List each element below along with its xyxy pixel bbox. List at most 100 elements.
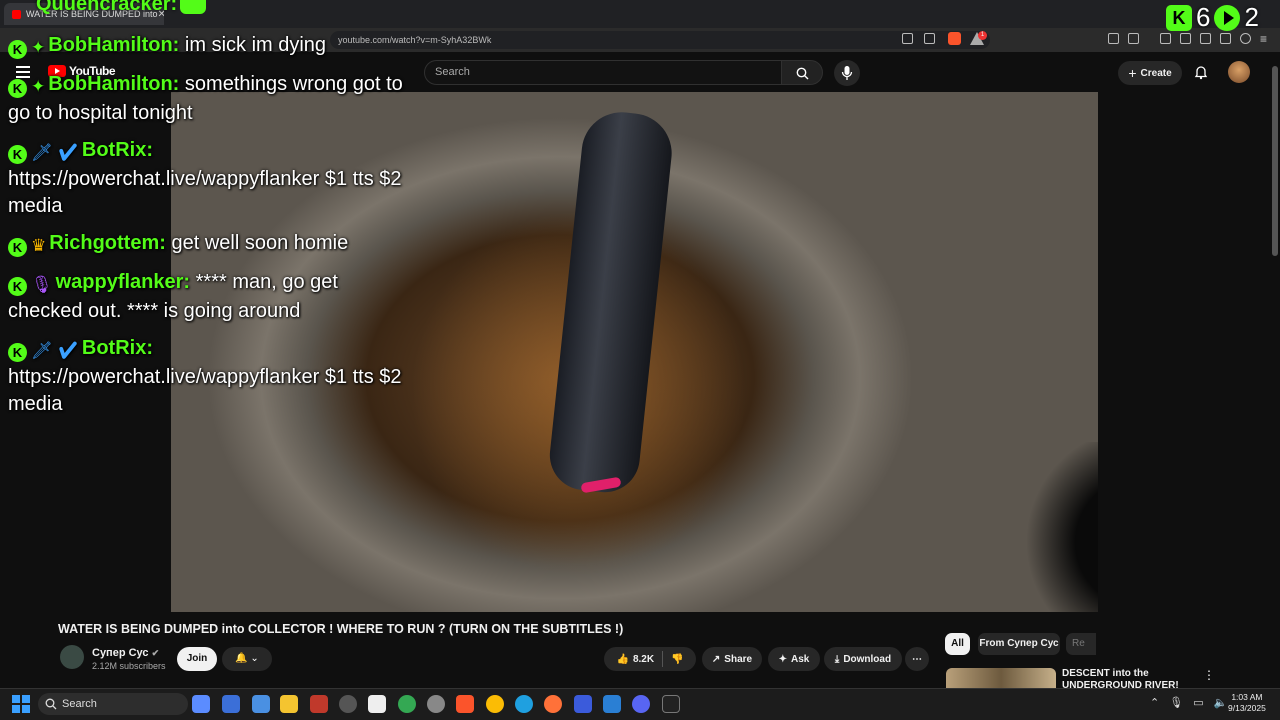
chat-username: BobHamilton: <box>48 73 180 95</box>
taskbar-app-icon[interactable] <box>398 695 416 713</box>
kick-badge-icon: K <box>8 145 27 164</box>
chat-message: K 🗡 ✔ BotRix: https://powerchat.live/wappy… <box>8 137 408 220</box>
subscriber-count: 2.12M subscribers <box>92 661 166 671</box>
chat-badge-icon: 🗡 ✔ <box>31 143 79 162</box>
wallet-icon[interactable] <box>1200 33 1211 44</box>
avatar[interactable] <box>1228 61 1250 83</box>
notifications-button[interactable] <box>1193 64 1209 80</box>
chevron-down-icon: ⌄ <box>250 653 259 664</box>
chat-badge-icon: ♛ <box>31 236 47 255</box>
chat-message: K ✦ BobHamilton: im sick im dying <box>8 32 408 61</box>
share-icon: ↗ <box>711 653 721 665</box>
taskbar-app-icon[interactable] <box>310 695 328 713</box>
play-count: 2 <box>1244 2 1259 32</box>
more-actions-button[interactable]: ⋯ <box>905 647 929 671</box>
network-icon[interactable]: ▭ <box>1193 696 1203 709</box>
clock-date: 9/13/2025 <box>1228 703 1266 713</box>
windows-start-icon[interactable] <box>12 695 30 713</box>
recommended-more-icon[interactable]: ⋮ <box>1203 668 1215 682</box>
chat-text: https://powerchat.live/wappyflanker $1 t… <box>8 366 402 415</box>
tab-search-icon[interactable] <box>1128 33 1139 44</box>
like-dislike-group[interactable]: 👍 8.2K 👎 <box>604 647 696 671</box>
recommended-title[interactable]: DESCENT into the UNDERGROUND RIVER! SURE <box>1062 668 1192 688</box>
edge-icon[interactable] <box>515 695 533 713</box>
taskbar-app-icon[interactable] <box>427 695 445 713</box>
chip-from-channel[interactable]: From Супер Сус <box>978 633 1060 655</box>
vscode-icon[interactable] <box>603 695 621 713</box>
kick-badge-icon: K <box>8 238 27 257</box>
clock-time: 1:03 AM <box>1231 692 1263 702</box>
vpn-icon[interactable] <box>1240 33 1251 44</box>
download-icon: ⤓ <box>834 653 840 665</box>
search-input[interactable]: Search <box>424 60 782 85</box>
create-label: Create <box>1140 67 1172 79</box>
join-button[interactable]: Join <box>177 647 217 671</box>
firefox-icon[interactable] <box>544 695 562 713</box>
chat-overlay: K ✦ BobHamilton: im sick im dying K ✦ BobHami… <box>8 32 408 428</box>
channel-name[interactable]: Супер Сус ✔ <box>92 647 159 659</box>
play-icon <box>1214 4 1241 31</box>
download-label: Download <box>843 653 892 665</box>
chip-all[interactable]: All <box>945 633 970 655</box>
kick-count: 6 <box>1196 2 1211 32</box>
kick-badge-icon: K <box>8 40 27 59</box>
plus-icon: + <box>1128 65 1137 81</box>
chat-message: K ✦ BobHamilton: somethings wrong got to g… <box>8 71 408 127</box>
share-page-icon[interactable] <box>924 33 935 44</box>
address-bar[interactable]: youtube.com/watch?v=m-SyhA32BWk <box>330 31 990 49</box>
volume-icon[interactable]: 🔈 <box>1214 696 1228 709</box>
chat-text: im sick im dying <box>184 34 327 56</box>
video-frame-shadow <box>1011 442 1098 612</box>
share-button[interactable]: ↗ Share <box>702 647 762 671</box>
taskbar-app-icon[interactable] <box>222 695 240 713</box>
taskbar-app-icon[interactable] <box>662 695 680 713</box>
brave-browser-icon[interactable] <box>456 695 474 713</box>
chat-partial-username: Quuencracker: <box>36 0 178 15</box>
chat-username: BotRix: <box>81 139 153 161</box>
taskbar-app-icon[interactable] <box>339 695 357 713</box>
chat-text: get well soon homie <box>171 232 349 254</box>
browser-menu-icon[interactable]: ≡ <box>1260 32 1267 46</box>
chat-message: K ♛ Richgottem: get well soon homie <box>8 230 408 259</box>
channel-avatar[interactable] <box>60 645 84 669</box>
extensions-icon[interactable] <box>1108 33 1119 44</box>
download-button[interactable]: ⤓ Download <box>824 647 902 671</box>
verified-icon: ✔ <box>151 648 160 658</box>
chevron-up-icon[interactable]: ⌃ <box>1150 696 1159 709</box>
scrollbar[interactable] <box>1272 66 1278 256</box>
taskbar-search[interactable]: Search <box>38 693 188 715</box>
channel-name-text: Супер Сус <box>92 647 149 659</box>
media-icon[interactable] <box>1160 33 1171 44</box>
ask-label: Ask <box>791 653 810 665</box>
bell-icon <box>1194 66 1208 80</box>
share-label: Share <box>724 653 753 665</box>
subscription-bell-button[interactable]: 🔔 ⌄ <box>222 647 272 671</box>
taskbar-app-icon[interactable] <box>252 695 270 713</box>
search-button[interactable] <box>781 60 823 85</box>
microphone-icon[interactable]: 🎙 <box>1169 696 1183 709</box>
bell-icon: 🔔 <box>235 653 248 664</box>
video-title: WATER IS BEING DUMPED into COLLECTOR ! W… <box>58 622 624 636</box>
ext-badge: 1 <box>978 31 987 40</box>
ask-button[interactable]: ✦ Ask <box>768 647 820 671</box>
install-icon[interactable] <box>902 33 913 44</box>
sidebar-icon[interactable] <box>1180 33 1191 44</box>
voice-search-button[interactable] <box>834 60 860 86</box>
leo-icon[interactable] <box>1220 33 1231 44</box>
like-count: 8.2K <box>632 653 655 665</box>
taskbar-app-icon[interactable] <box>368 695 386 713</box>
chip-related[interactable]: Re <box>1066 633 1096 655</box>
brave-shield-icon[interactable] <box>948 32 961 45</box>
system-tray: ⌃ 🎙 ▭ 🔈 <box>1150 696 1227 709</box>
chrome-icon[interactable] <box>486 695 504 713</box>
taskbar-clock[interactable]: 1:03 AM 9/13/2025 <box>1228 692 1266 714</box>
recommended-thumbnail[interactable] <box>946 668 1056 690</box>
create-button[interactable]: + Create <box>1118 61 1182 85</box>
taskbar-app-icon[interactable] <box>574 695 592 713</box>
file-explorer-icon[interactable] <box>280 695 298 713</box>
taskbar-app-icon[interactable] <box>192 695 210 713</box>
thumbs-down-icon[interactable]: 👎 <box>671 654 683 665</box>
discord-icon[interactable] <box>632 695 650 713</box>
youtube-favicon-icon <box>12 9 21 19</box>
chat-badge-icon: ✦ <box>31 38 46 57</box>
